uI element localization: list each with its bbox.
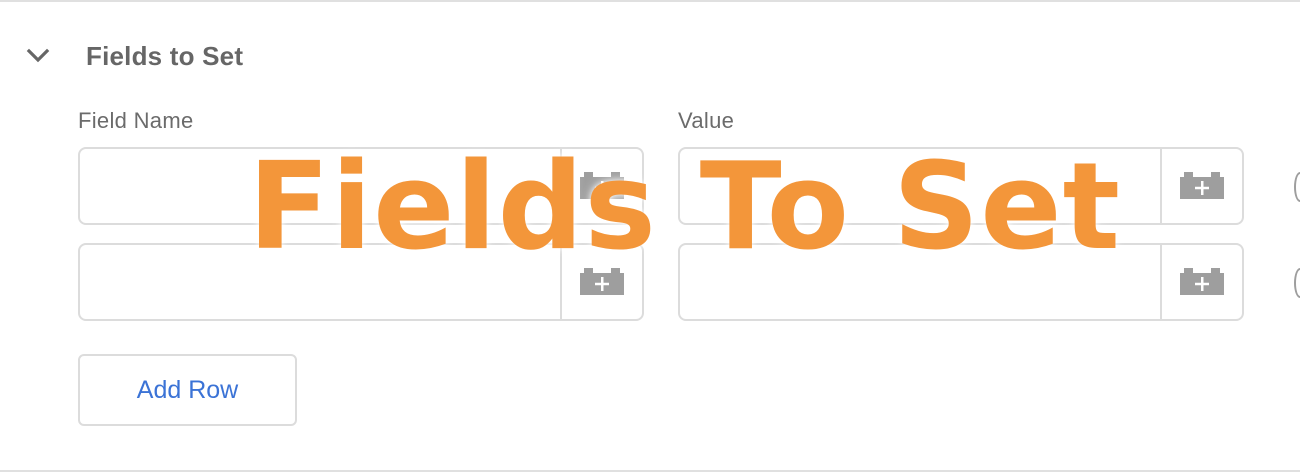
insert-variable-button[interactable] — [560, 149, 642, 223]
remove-row-icon[interactable] — [1294, 268, 1300, 298]
field-name-column-label: Field Name — [78, 108, 194, 133]
bottom-divider — [0, 470, 1300, 472]
field-name-input[interactable] — [80, 149, 560, 223]
chevron-down-icon[interactable] — [20, 38, 56, 74]
variable-brick-plus-icon — [1180, 172, 1224, 199]
field-name-row-1 — [78, 147, 644, 225]
add-row-button[interactable]: Add Row — [78, 354, 297, 426]
section-title: Fields to Set — [86, 40, 244, 71]
remove-row-icon[interactable] — [1294, 172, 1300, 202]
insert-variable-button[interactable] — [1160, 245, 1242, 319]
field-name-row-2 — [78, 243, 644, 321]
insert-variable-button[interactable] — [1160, 149, 1242, 223]
top-divider — [0, 0, 1300, 2]
variable-brick-plus-icon — [1180, 268, 1224, 295]
variable-brick-plus-icon — [580, 268, 624, 295]
insert-variable-button[interactable] — [560, 245, 642, 319]
value-input[interactable] — [680, 149, 1160, 223]
value-row-2 — [678, 243, 1244, 321]
field-name-input[interactable] — [80, 245, 560, 319]
section-header: Fields to Set — [20, 30, 243, 82]
value-input[interactable] — [680, 245, 1160, 319]
fields-to-set-panel: Fields to Set Field Name Value Add Row F… — [0, 0, 1300, 474]
value-column-label: Value — [678, 108, 735, 133]
variable-brick-plus-icon — [580, 172, 624, 199]
value-row-1 — [678, 147, 1244, 225]
